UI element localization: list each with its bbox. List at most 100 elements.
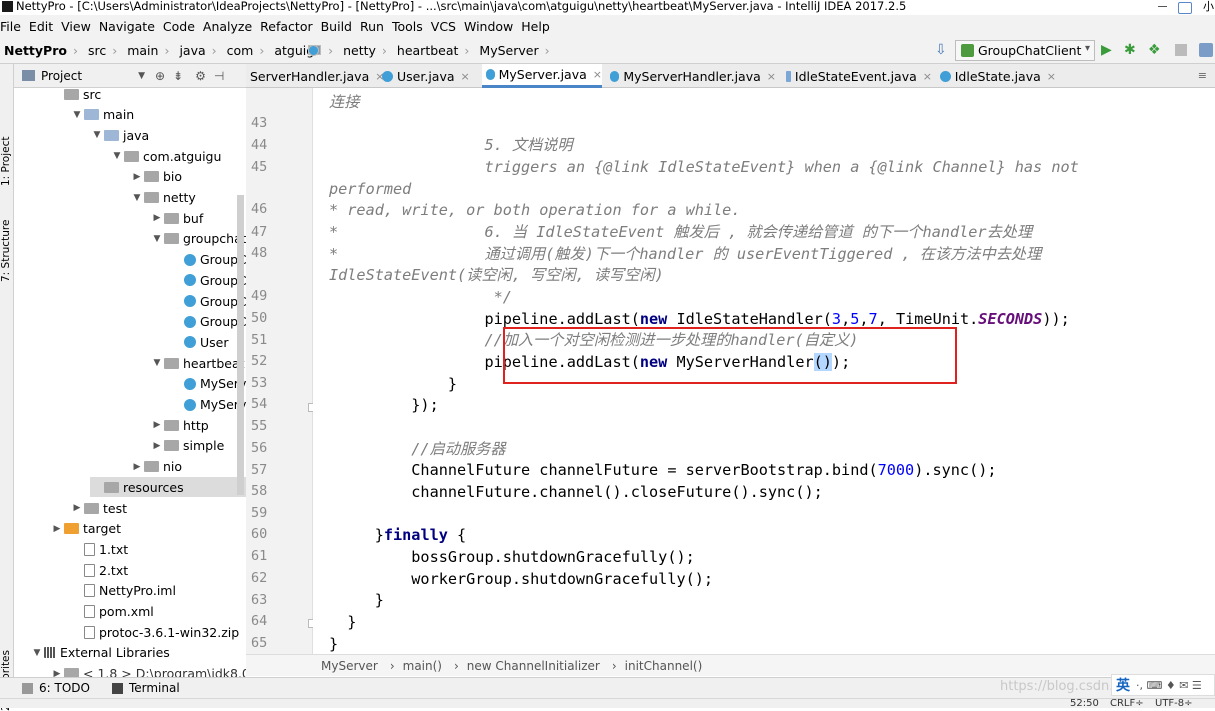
expand-right-icon[interactable]: ▶ bbox=[130, 462, 144, 472]
tree-scrollbar[interactable] bbox=[237, 195, 244, 495]
expand-right-icon[interactable]: ▶ bbox=[50, 669, 64, 677]
tree-item[interactable]: ▼ External Libraries bbox=[30, 643, 170, 663]
coverage-icon[interactable]: ❖ bbox=[1148, 42, 1161, 58]
tab-myserver-java[interactable]: MyServer.java × bbox=[482, 64, 602, 88]
menu-vcs[interactable]: VCS bbox=[431, 19, 462, 34]
expand-right-icon[interactable]: ▶ bbox=[50, 524, 64, 534]
run-config-select[interactable]: GroupChatClient bbox=[955, 40, 1095, 61]
tree-item[interactable]: protoc-3.6.1-win32.zip bbox=[70, 622, 239, 642]
expand-down-icon[interactable]: ▼ bbox=[110, 151, 124, 161]
close-icon[interactable]: × bbox=[767, 70, 776, 83]
menu-edit[interactable]: Edit bbox=[29, 19, 59, 34]
breadcrumb-item[interactable]: MyServer › bbox=[308, 43, 550, 58]
chevron-down-icon[interactable]: ▼ bbox=[138, 71, 145, 81]
expand-right-icon[interactable]: ▶ bbox=[150, 213, 164, 223]
breadcrumb-item[interactable]: com › bbox=[227, 43, 321, 58]
tree-item[interactable]: MyServer bbox=[170, 395, 246, 415]
run-icon[interactable]: ▶ bbox=[1101, 42, 1112, 58]
tree-item[interactable]: ▶ bio bbox=[130, 167, 183, 187]
code-breadcrumb-item[interactable]: MyServer bbox=[321, 659, 378, 673]
ime-lang[interactable]: 英 bbox=[1116, 675, 1130, 695]
expand-down-icon[interactable]: ▼ bbox=[70, 110, 84, 120]
expand-right-icon[interactable]: ▶ bbox=[70, 503, 84, 513]
tree-item[interactable]: NettyPro.iml bbox=[70, 581, 176, 601]
menu-tools[interactable]: Tools bbox=[392, 19, 429, 34]
code-breadcrumb-item[interactable]: initChannel() bbox=[625, 659, 703, 673]
side-tab-structure[interactable]: 7: Structure bbox=[0, 220, 12, 282]
breadcrumb-item[interactable]: atguigu › bbox=[274, 43, 333, 58]
tree-item[interactable]: ▼ netty bbox=[130, 188, 196, 208]
tree-item[interactable]: resources bbox=[90, 477, 246, 498]
project-panel-title[interactable]: Project bbox=[41, 69, 82, 83]
menu-navigate[interactable]: Navigate bbox=[99, 19, 161, 34]
close-icon[interactable]: × bbox=[1047, 70, 1056, 83]
expand-down-icon[interactable]: ▼ bbox=[90, 130, 104, 140]
tree-item[interactable]: src bbox=[50, 88, 101, 104]
expand-right-icon[interactable]: ▶ bbox=[130, 172, 144, 182]
hide-panel-icon[interactable]: ⊣ bbox=[214, 69, 224, 83]
tab-idlestate-java[interactable]: IdleState.java × bbox=[936, 64, 1056, 88]
tab-myserverhandler-java[interactable]: MyServerHandler.java × bbox=[606, 64, 776, 88]
tree-item[interactable]: 1.txt bbox=[70, 539, 128, 559]
gear-icon[interactable]: ⚙ bbox=[195, 69, 206, 83]
menu-file[interactable]: File bbox=[0, 19, 27, 34]
tab-menu-icon[interactable]: ≡ bbox=[1198, 69, 1207, 82]
expand-right-icon[interactable]: ▶ bbox=[150, 420, 164, 430]
tree-item[interactable]: 2.txt bbox=[70, 560, 128, 580]
tree-item[interactable]: ▶ buf bbox=[150, 208, 204, 228]
sync-icon[interactable]: ⊕ bbox=[155, 69, 165, 83]
tree-item[interactable]: GroupCha bbox=[170, 291, 246, 311]
tree-item[interactable]: ▶ < 1.8 > D:\program\jdk8.0 bbox=[50, 664, 246, 677]
menu-view[interactable]: View bbox=[61, 19, 97, 34]
close-icon[interactable]: × bbox=[593, 68, 602, 81]
tree-item[interactable]: ▼ heartbeat bbox=[150, 353, 245, 373]
tree-item[interactable]: GroupCha bbox=[170, 270, 246, 290]
expand-right-icon[interactable]: ▶ bbox=[150, 441, 164, 451]
terminal-tab[interactable]: Terminal bbox=[129, 681, 180, 695]
line-separator[interactable]: CRLF÷ bbox=[1110, 698, 1144, 709]
menu-run[interactable]: Run bbox=[360, 19, 390, 34]
tree-item[interactable]: ▼ com.atguigu bbox=[110, 146, 222, 166]
tree-item[interactable]: ▼ main bbox=[70, 105, 135, 125]
breadcrumb-item[interactable]: main › bbox=[127, 43, 321, 58]
code-breadcrumb-item[interactable]: main() bbox=[403, 659, 442, 673]
tree-item[interactable]: User bbox=[170, 332, 229, 352]
tree-item[interactable]: ▶ nio bbox=[130, 457, 183, 477]
tree-item[interactable]: GroupCha bbox=[170, 312, 246, 332]
minimize-button[interactable] bbox=[1158, 6, 1167, 7]
caret-position[interactable]: 52:50 bbox=[1070, 698, 1099, 709]
code-breadcrumb-item[interactable]: new ChannelInitializer bbox=[467, 659, 600, 673]
breadcrumb-item[interactable]: src › bbox=[88, 43, 321, 58]
menu-build[interactable]: Build bbox=[321, 19, 358, 34]
breadcrumb-item[interactable]: netty › bbox=[308, 43, 387, 58]
tab-idlestateevent-java[interactable]: IdleStateEvent.java × bbox=[782, 64, 932, 88]
stop-icon[interactable] bbox=[1175, 44, 1187, 56]
tree-item[interactable]: ▶ simple bbox=[150, 436, 225, 456]
menu-code[interactable]: Code bbox=[163, 19, 201, 34]
expand-down-icon[interactable]: ▼ bbox=[150, 358, 164, 368]
breadcrumb-item[interactable]: heartbeat › bbox=[308, 43, 469, 58]
expand-down-icon[interactable]: ▼ bbox=[130, 193, 144, 203]
tree-item[interactable]: GroupCha bbox=[170, 250, 246, 270]
tree-item[interactable]: ▶ test bbox=[70, 498, 127, 518]
window-icon[interactable] bbox=[1178, 2, 1192, 14]
tree-item[interactable]: ▶ http bbox=[150, 415, 209, 435]
breadcrumb-item[interactable]: NettyPro › bbox=[4, 43, 321, 58]
debug-icon[interactable]: ✱ bbox=[1124, 42, 1136, 58]
expand-down-icon[interactable]: ▼ bbox=[150, 234, 164, 244]
tree-item[interactable]: pom.xml bbox=[70, 602, 154, 622]
ime-toolbar[interactable]: 英 ·, ⌨ ♦ ✉ ☰ bbox=[1111, 674, 1215, 696]
tree-item[interactable]: ▼ java bbox=[90, 125, 150, 145]
menu-analyze[interactable]: Analyze bbox=[203, 19, 258, 34]
menu-window[interactable]: Window bbox=[464, 19, 519, 34]
menu-help[interactable]: Help bbox=[521, 19, 556, 34]
close-icon[interactable]: × bbox=[461, 70, 470, 83]
side-tab-project[interactable]: 1: Project bbox=[0, 137, 12, 186]
tab-user-java[interactable]: User.java × bbox=[378, 64, 480, 88]
tree-item[interactable]: ▼ groupchat bbox=[150, 229, 246, 249]
menu-refactor[interactable]: Refactor bbox=[260, 19, 318, 34]
file-encoding[interactable]: UTF-8÷ bbox=[1155, 698, 1193, 709]
tab-serverhandler-java[interactable]: ServerHandler.java × bbox=[246, 64, 384, 88]
expand-down-icon[interactable]: ▼ bbox=[30, 648, 44, 658]
todo-tab[interactable]: 6: TODO bbox=[39, 681, 90, 695]
